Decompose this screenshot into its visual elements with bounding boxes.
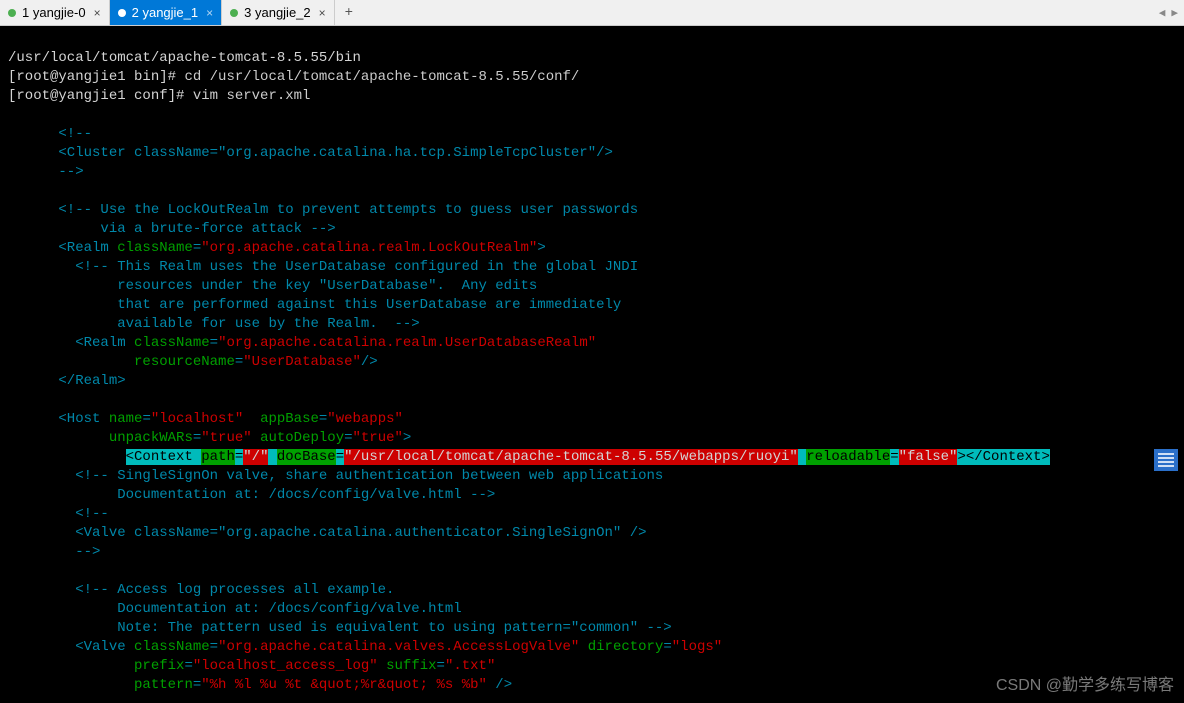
command: vim server.xml: [193, 88, 311, 104]
terminal[interactable]: /usr/local/tomcat/apache-tomcat-8.5.55/b…: [0, 26, 1184, 703]
xml-val: "localhost": [151, 411, 243, 427]
xml-val: "true": [201, 430, 251, 446]
highlighted-context-tag: <Context: [126, 449, 202, 465]
tab-label: 1 yangjie-0: [22, 5, 86, 20]
xml-comment: Documentation at: /docs/config/valve.htm…: [8, 487, 495, 503]
xml-val: "org.apache.catalina.realm.LockOutRealm": [201, 240, 537, 256]
xml-comment: via a brute-force attack -->: [8, 221, 336, 237]
command: cd /usr/local/tomcat/apache-tomcat-8.5.5…: [184, 69, 579, 85]
xml-comment: <!-- SingleSignOn valve, share authentic…: [8, 468, 663, 484]
xml-attr: reloadable: [806, 449, 890, 465]
xml-val: "/usr/local/tomcat/apache-tomcat-8.5.55/…: [344, 449, 798, 465]
next-tab-icon[interactable]: ▶: [1169, 4, 1180, 22]
xml-end-tag: ></Context>: [957, 449, 1049, 465]
prompt: [root@yangjie1 bin]#: [8, 69, 184, 85]
xml-comment: <!-- This Realm uses the UserDatabase co…: [8, 259, 638, 275]
xml-attr: docBase: [277, 449, 336, 465]
xml-attr: pattern: [134, 677, 193, 693]
xml-val: "webapps": [327, 411, 403, 427]
xml-attr: prefix: [134, 658, 184, 674]
xml-comment: <!--: [8, 126, 92, 142]
add-tab-button[interactable]: +: [335, 0, 363, 25]
xml-comment: Documentation at: /docs/config/valve.htm…: [8, 601, 462, 617]
xml-comment: <!-- Access log processes all example.: [8, 582, 394, 598]
xml-attr: className: [134, 335, 210, 351]
tab-label: 2 yangjie_1: [132, 5, 199, 20]
xml-attr: className: [117, 240, 193, 256]
xml-val: "UserDatabase": [243, 354, 361, 370]
xml-comment: available for use by the Realm. -->: [8, 316, 420, 332]
tab-yangjie-0[interactable]: 1 yangjie-0 ×: [0, 0, 110, 25]
xml-val: "localhost_access_log": [193, 658, 378, 674]
xml-tag: <Realm: [8, 335, 134, 351]
xml-val: "/": [243, 449, 268, 465]
xml-tag: <Valve: [8, 639, 134, 655]
path-line: /usr/local/tomcat/apache-tomcat-8.5.55/b…: [8, 50, 361, 66]
xml-val: "logs": [672, 639, 722, 655]
nav-arrows: ◀ ▶: [1157, 0, 1180, 25]
status-dot-icon: [230, 9, 238, 17]
xml-attr: className: [134, 639, 210, 655]
xml-attr: name: [109, 411, 143, 427]
status-dot-icon: [118, 9, 126, 17]
tab-bar: 1 yangjie-0 × 2 yangjie_1 × 3 yangjie_2 …: [0, 0, 1184, 26]
xml-comment: -->: [8, 544, 100, 560]
xml-comment: Note: The pattern used is equivalent to …: [8, 620, 672, 636]
xml-comment: <Cluster className="org.apache.catalina.…: [8, 145, 613, 161]
xml-attr: unpackWARs: [109, 430, 193, 446]
close-icon[interactable]: ×: [94, 6, 101, 20]
close-icon[interactable]: ×: [206, 6, 213, 20]
xml-val: "%h %l %u %t &quot;%r&quot; %s %b": [201, 677, 487, 693]
xml-attr: appBase: [260, 411, 319, 427]
tab-yangjie-2[interactable]: 3 yangjie_2 ×: [222, 0, 335, 25]
xml-attr: autoDeploy: [260, 430, 344, 446]
xml-val: "org.apache.catalina.realm.UserDatabaseR…: [218, 335, 596, 351]
xml-attr: directory: [588, 639, 664, 655]
xml-comment: that are performed against this UserData…: [8, 297, 621, 313]
xml-comment: <Valve className="org.apache.catalina.au…: [8, 525, 647, 541]
xml-comment: resources under the key "UserDatabase". …: [8, 278, 537, 294]
prev-tab-icon[interactable]: ◀: [1157, 4, 1168, 22]
xml-tag: <Host: [8, 411, 109, 427]
xml-val: "true": [353, 430, 403, 446]
prompt: [root@yangjie1 conf]#: [8, 88, 193, 104]
tab-label: 3 yangjie_2: [244, 5, 311, 20]
xml-end-tag: </Realm>: [8, 373, 126, 389]
scrollbar-thumb-icon[interactable]: [1154, 449, 1178, 471]
xml-val: ".txt": [445, 658, 495, 674]
xml-comment: <!--: [8, 506, 109, 522]
close-icon[interactable]: ×: [319, 6, 326, 20]
xml-comment: <!-- Use the LockOutRealm to prevent att…: [8, 202, 638, 218]
tab-yangjie-1[interactable]: 2 yangjie_1 ×: [110, 0, 223, 25]
xml-attr: resourceName: [134, 354, 235, 370]
xml-val: "false": [899, 449, 958, 465]
xml-comment: -->: [8, 164, 84, 180]
status-dot-icon: [8, 9, 16, 17]
xml-attr: path: [201, 449, 235, 465]
xml-val: "org.apache.catalina.valves.AccessLogVal…: [218, 639, 579, 655]
xml-tag: <Realm: [8, 240, 117, 256]
xml-attr: suffix: [386, 658, 436, 674]
